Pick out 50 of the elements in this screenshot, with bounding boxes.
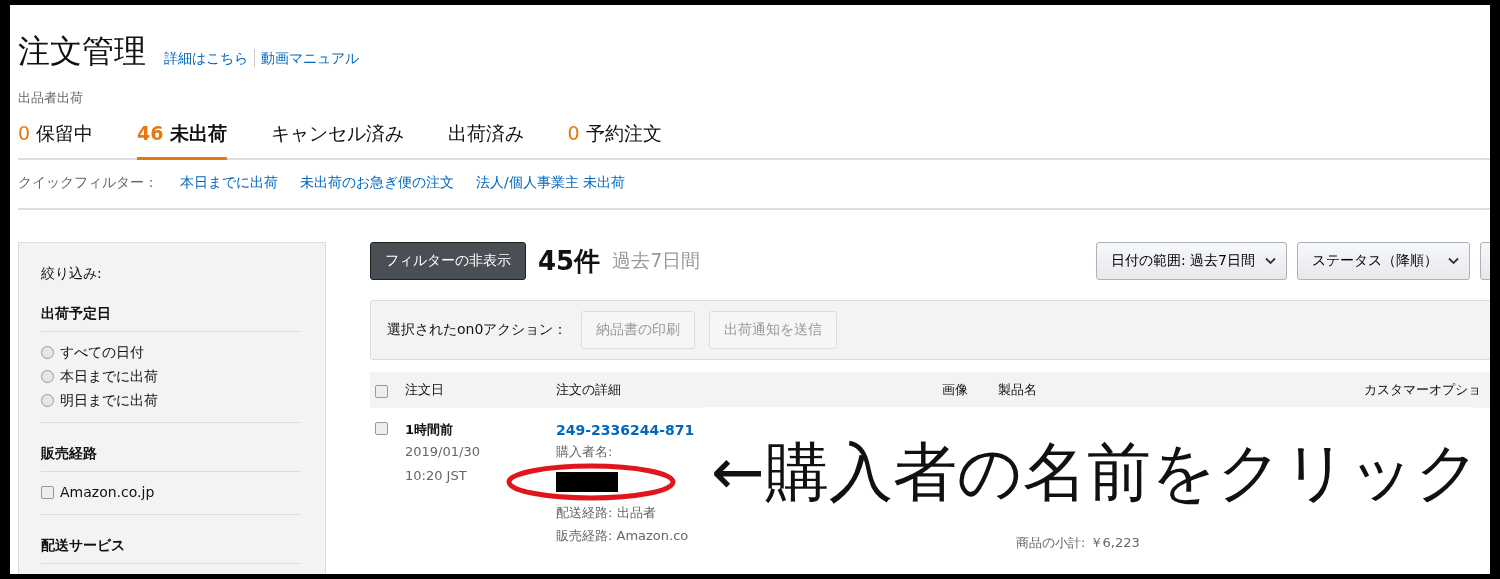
shipping-method: 配送経路: 出品者 (556, 504, 657, 522)
help-link[interactable]: 詳細はこちら (158, 49, 254, 67)
status-tab[interactable]: 出荷済み (447, 115, 524, 160)
radio-button[interactable] (41, 369, 54, 383)
status-tab[interactable]: 0 予約注文 (567, 115, 662, 160)
dropdown-button[interactable]: 日付の範囲: 過去7日間 (1095, 242, 1287, 280)
quick-filter-label: クイックフィルター： (18, 174, 158, 192)
column-header: 注文日 (405, 381, 445, 399)
period-label: 過去7日間 (612, 248, 701, 273)
option-label: 本日までに出荷 (60, 367, 158, 386)
radio-button[interactable] (41, 345, 54, 359)
quick-filter-link[interactable]: 本日までに出荷 (180, 174, 278, 192)
redaction-block (556, 472, 618, 492)
status-tab[interactable]: 0 保留中 (18, 115, 94, 160)
column-header: 注文の詳細 (556, 381, 622, 399)
column-header: 製品名 (998, 381, 1038, 399)
checkbox[interactable] (41, 485, 54, 499)
chevron-down-icon (1448, 257, 1459, 265)
sales-channel: 販売経路: Amazon.co (556, 527, 690, 545)
column-header: 画像 (942, 381, 969, 399)
buyer-label: 購入者名: (556, 443, 614, 461)
status-tab[interactable]: キャンセル済み (270, 115, 404, 160)
checkbox[interactable] (375, 422, 388, 435)
radio-button[interactable] (41, 393, 54, 407)
filter-heading: 出荷予定日 (41, 305, 301, 332)
section-label: 出品者出荷 (18, 89, 84, 107)
column-header: カスタマーオプショ (1364, 381, 1482, 399)
dropdown-button[interactable]: ステータス（降順） (1297, 242, 1470, 280)
annotation-text: ←購入者の名前をクリック (711, 440, 1481, 504)
filter-title: 絞り込み: (41, 265, 103, 283)
option-label: 明日までに出荷 (60, 391, 158, 410)
hide-filters-button[interactable]: フィルターの非表示 (370, 242, 526, 280)
result-count: 45件 (538, 244, 601, 278)
filter-heading: 配送サービス (41, 537, 301, 564)
order-id-link[interactable]: 249-2336244-871 (556, 420, 695, 440)
order-date: 2019/01/30 (405, 443, 481, 461)
quick-filter-link[interactable]: 未出荷のお急ぎ便の注文 (300, 174, 454, 192)
filter-heading: 販売経路 (41, 445, 301, 472)
checkbox[interactable] (375, 384, 388, 398)
order-age: 1時間前 (405, 421, 455, 439)
help-link[interactable]: 動画マニュアル (254, 49, 365, 67)
option-label: Amazon.co.jp (60, 483, 155, 502)
chevron-down-icon (1265, 257, 1276, 265)
page-title: 注文管理 (18, 31, 146, 71)
order-time: 10:20 JST (405, 467, 468, 485)
option-label: すべての日付 (60, 343, 144, 362)
quick-filter-link[interactable]: 法人/個人事業主 未出荷 (476, 174, 626, 192)
action-label: 選択されたon0アクション： (387, 321, 568, 339)
status-tab[interactable]: 46 未出荷 (137, 115, 227, 160)
subtotal-text: 商品の小計: ￥6,223 (1016, 534, 1141, 552)
